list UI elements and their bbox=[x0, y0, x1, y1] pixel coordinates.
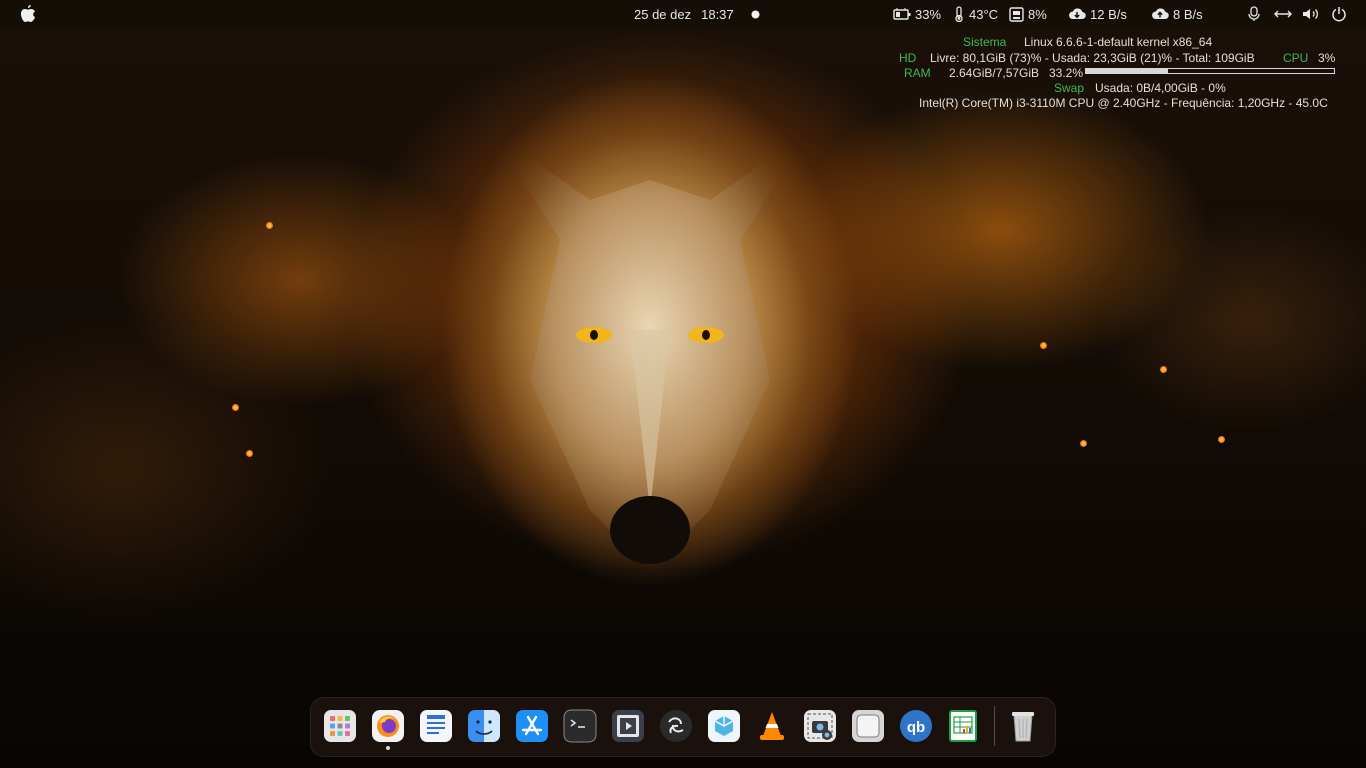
svg-text:qb: qb bbox=[907, 719, 925, 736]
clock[interactable]: 25 de dez 18:37 bbox=[634, 0, 734, 28]
cpu-model: Intel(R) Core(TM) i3-3110M CPU @ 2.40GHz… bbox=[919, 96, 1328, 110]
trash-icon[interactable] bbox=[1006, 709, 1040, 743]
memory-indicator[interactable]: 8% bbox=[1009, 0, 1047, 28]
virtualbox-icon[interactable] bbox=[707, 709, 741, 743]
cpu-label: CPU bbox=[1283, 51, 1309, 65]
volume-icon[interactable] bbox=[1302, 0, 1320, 28]
notification-dot-icon[interactable] bbox=[751, 0, 760, 28]
cpu-usage: 3% bbox=[1318, 51, 1336, 65]
memory-chip-icon bbox=[1009, 6, 1024, 22]
battery-percent: 33% bbox=[915, 6, 942, 22]
wolf-wallpaper-art bbox=[490, 130, 810, 570]
conky-system-monitor: Sistema Linux 6.6.6-1-default kernel x86… bbox=[880, 34, 1350, 114]
microphone-icon[interactable] bbox=[1246, 0, 1262, 28]
screenshot-icon[interactable] bbox=[803, 709, 837, 743]
firefox-icon[interactable] bbox=[371, 709, 405, 750]
battery-indicator[interactable]: 33% bbox=[893, 0, 941, 28]
file-manager-icon[interactable] bbox=[467, 709, 501, 743]
dock-separator bbox=[994, 706, 995, 746]
screen-capture-icon[interactable] bbox=[851, 709, 885, 743]
ram-usage-bar-fill bbox=[1086, 69, 1169, 73]
app-store-icon[interactable] bbox=[515, 709, 549, 743]
swap-info: Usada: 0B/4,00GiB - 0% bbox=[1095, 81, 1226, 95]
network-arrows-icon[interactable] bbox=[1274, 0, 1292, 28]
obs-icon[interactable] bbox=[659, 709, 693, 743]
upload-speed[interactable]: 8 B/s bbox=[1151, 0, 1203, 28]
hd-info: Livre: 80,1GiB (73)% - Usada: 23,3GiB (2… bbox=[930, 51, 1255, 65]
top-panel: 25 de dez 18:37 33% 43°C 8% 12 B/s 8 B/s bbox=[0, 0, 1366, 28]
temperature-value: 43°C bbox=[969, 6, 999, 22]
ram-label: RAM bbox=[904, 66, 931, 80]
video-player-icon[interactable] bbox=[611, 709, 645, 743]
swap-label: Swap bbox=[1054, 81, 1085, 95]
ram-info: 2.64GiB/7,57GiB bbox=[949, 66, 1040, 80]
app-grid-icon[interactable] bbox=[323, 709, 357, 743]
text-editor-icon[interactable] bbox=[419, 709, 453, 743]
thermometer-icon bbox=[955, 6, 963, 22]
memory-percent: 8% bbox=[1028, 6, 1047, 22]
download-rate: 12 B/s bbox=[1090, 6, 1127, 22]
kernel-info: Linux 6.6.6-1-default kernel x86_64 bbox=[1024, 35, 1213, 49]
ember-spark bbox=[1080, 440, 1087, 447]
terminal-icon[interactable] bbox=[563, 709, 597, 743]
upload-rate: 8 B/s bbox=[1173, 6, 1203, 22]
download-speed[interactable]: 12 B/s bbox=[1068, 0, 1127, 28]
upload-cloud-icon bbox=[1152, 8, 1169, 20]
sistema-label: Sistema bbox=[963, 35, 1007, 49]
ember-spark bbox=[246, 450, 253, 457]
time-label: 18:37 bbox=[701, 6, 734, 22]
temperature-indicator[interactable]: 43°C bbox=[953, 0, 998, 28]
ram-usage-bar bbox=[1085, 68, 1335, 74]
spreadsheet-icon[interactable] bbox=[947, 709, 981, 743]
hd-label: HD bbox=[899, 51, 917, 65]
power-icon[interactable] bbox=[1331, 0, 1347, 28]
vlc-icon[interactable] bbox=[755, 709, 789, 743]
ember-spark bbox=[1218, 436, 1225, 443]
ember-spark bbox=[1160, 366, 1167, 373]
dock: qb bbox=[310, 697, 1056, 757]
desktop-wallpaper bbox=[0, 0, 1366, 768]
ram-percent: 33.2% bbox=[1049, 66, 1084, 80]
ember-spark bbox=[1040, 342, 1047, 349]
date-label: 25 de dez bbox=[634, 6, 692, 22]
battery-icon bbox=[893, 8, 911, 20]
apple-menu-icon[interactable] bbox=[20, 0, 36, 28]
qbittorrent-icon[interactable]: qb bbox=[899, 709, 933, 743]
running-indicator bbox=[386, 746, 390, 750]
ember-spark bbox=[232, 404, 239, 411]
download-cloud-icon bbox=[1069, 8, 1086, 20]
ember-spark bbox=[266, 222, 273, 229]
